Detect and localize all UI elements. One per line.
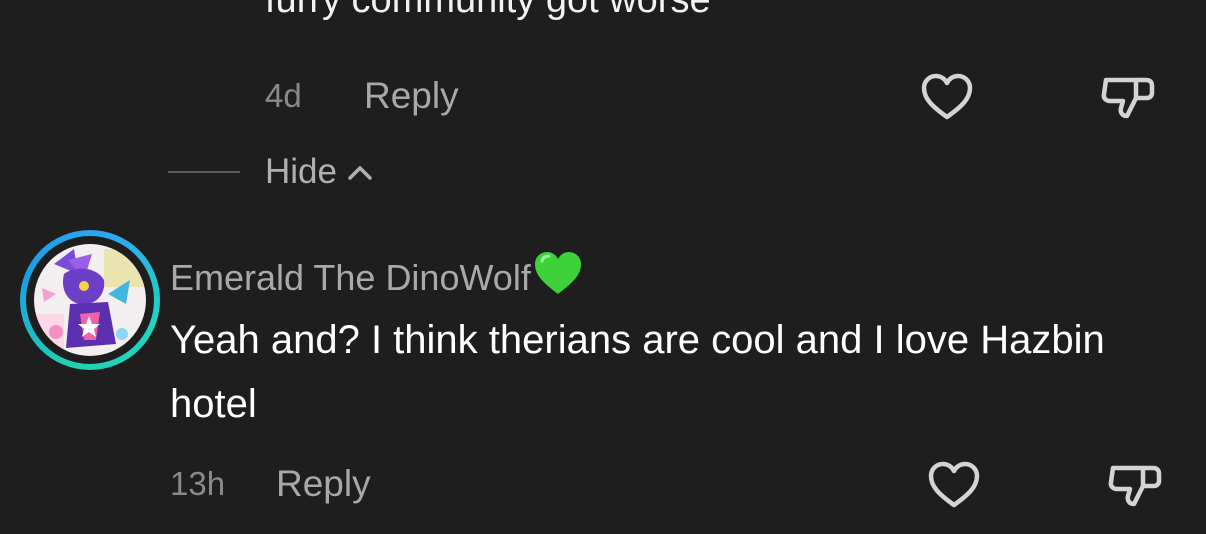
user-avatar[interactable]: [20, 230, 160, 370]
previous-comment-time: 4d: [265, 77, 302, 114]
chevron-up-icon: [348, 166, 372, 180]
replies-divider-line: [168, 171, 240, 173]
heart-outline-icon: [921, 73, 973, 120]
comment-time: 13h: [170, 465, 226, 502]
comment-text: Yeah and? I think therians are cool and …: [170, 318, 1105, 426]
previous-comment-text: furry community got worse: [265, 0, 711, 21]
thumbs-down-icon: [1108, 465, 1162, 507]
hide-replies-button[interactable]: Hide: [265, 152, 375, 192]
previous-comment-like-button[interactable]: [920, 72, 974, 122]
username-text: Emerald The DinoWolf: [170, 256, 531, 298]
thumbs-down-icon: [1101, 77, 1155, 119]
heart-outline-icon: [928, 461, 980, 508]
comment-dislike-button[interactable]: [1107, 460, 1163, 510]
comment-reply-button[interactable]: Reply: [276, 464, 371, 504]
comment-username[interactable]: Emerald The DinoWolf: [170, 250, 583, 305]
previous-comment-reply-button[interactable]: Reply: [364, 76, 459, 116]
hide-replies-label: Hide: [265, 152, 337, 191]
previous-comment-dislike-button[interactable]: [1100, 72, 1156, 122]
avatar-image: [34, 244, 146, 356]
comment-like-button[interactable]: [927, 460, 981, 510]
green-heart-icon: [533, 250, 583, 305]
